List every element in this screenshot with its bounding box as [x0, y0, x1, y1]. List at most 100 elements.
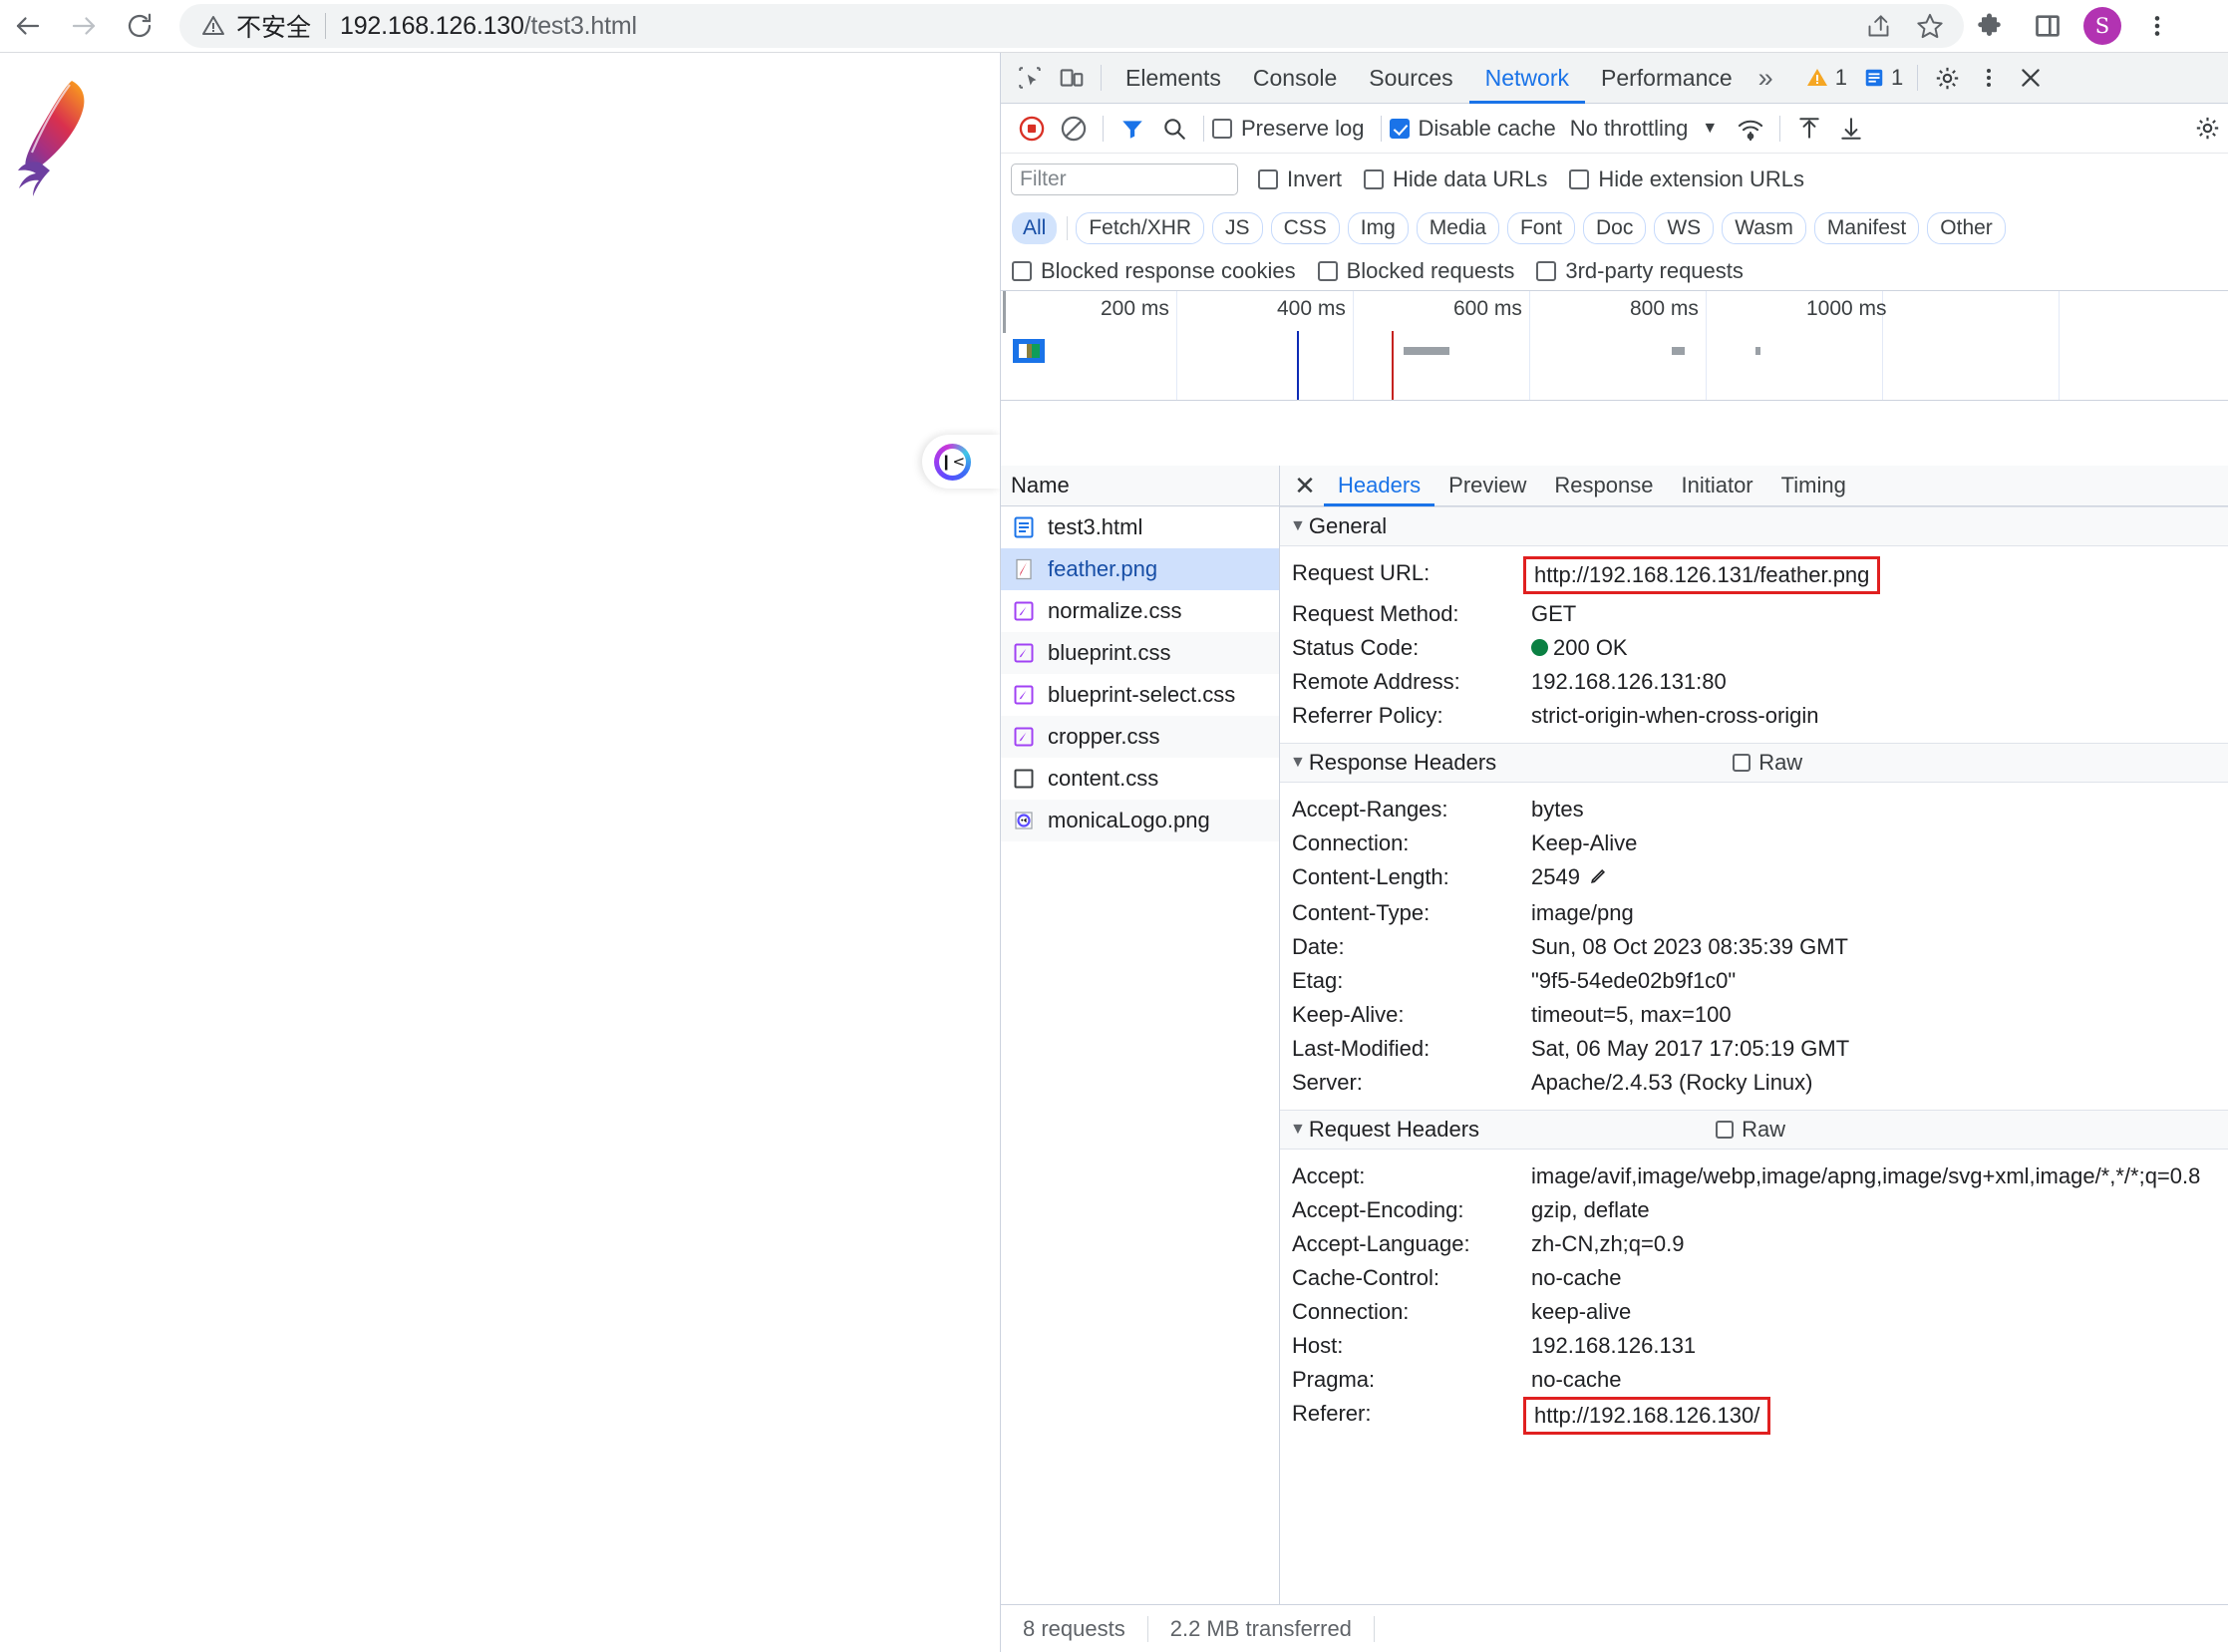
third-party-requests-box[interactable] [1536, 260, 1557, 281]
network-overview-timeline[interactable]: 200 ms 400 ms 600 ms 800 ms 1000 ms [1001, 291, 2228, 401]
bookmark-star-icon[interactable] [1904, 4, 1956, 48]
disable-cache-label: Disable cache [1418, 115, 1556, 141]
close-detail-icon[interactable]: ✕ [1286, 471, 1324, 501]
response-raw-box[interactable] [1733, 754, 1751, 772]
share-icon[interactable] [1852, 4, 1904, 48]
throttling-select[interactable]: No throttling [1570, 116, 1689, 142]
type-pill-wasm[interactable]: Wasm [1722, 212, 1806, 244]
request-url-value[interactable]: http://192.168.126.131/feather.png [1523, 556, 1881, 594]
type-pill-img[interactable]: Img [1347, 212, 1409, 244]
request-row-monicalogo-png[interactable]: monicaLogo.png [1001, 800, 1279, 841]
header-value: image/png [1531, 900, 1634, 925]
request-list-header[interactable]: Name [1001, 466, 1279, 506]
type-pill-manifest[interactable]: Manifest [1813, 212, 1920, 244]
extensions-puzzle-icon[interactable] [1964, 0, 2020, 53]
type-pill-font[interactable]: Font [1506, 212, 1575, 244]
type-pill-media[interactable]: Media [1416, 212, 1499, 244]
response-raw-checkbox[interactable]: Raw [1733, 750, 1802, 776]
detail-tab-preview[interactable]: Preview [1434, 466, 1540, 506]
request-row-cropper-css[interactable]: cropper.css [1001, 716, 1279, 758]
invert-checkbox[interactable]: Invert [1258, 166, 1342, 192]
request-row-normalize-css[interactable]: normalize.css [1001, 590, 1279, 632]
request-row-blueprint-select-css[interactable]: blueprint-select.css [1001, 674, 1279, 716]
profile-avatar[interactable]: S [2083, 7, 2121, 45]
detail-tab-timing[interactable]: Timing [1767, 466, 1860, 506]
type-pill-doc[interactable]: Doc [1583, 212, 1647, 244]
side-panel-icon[interactable] [2020, 0, 2075, 53]
request-row-test3-html[interactable]: test3.html [1001, 506, 1279, 548]
response-headers-section-header[interactable]: ▼ Response Headers Raw [1280, 743, 2228, 783]
general-row-request-method: Request Method: GET [1280, 597, 2228, 631]
monica-assistant-button[interactable]: ❙< [922, 435, 1000, 489]
gear-icon[interactable] [1926, 57, 1968, 99]
detail-tab-response[interactable]: Response [1540, 466, 1667, 506]
message-count-badge[interactable]: 1 [1863, 65, 1903, 91]
preserve-log-checkbox[interactable]: Preserve log [1212, 116, 1365, 142]
blocked-requests-label: Blocked requests [1346, 257, 1515, 283]
inspect-element-icon[interactable] [1009, 57, 1051, 99]
request-raw-checkbox[interactable]: Raw [1716, 1117, 1785, 1143]
referer-value[interactable]: http://192.168.126.130/ [1523, 1397, 1771, 1435]
export-har-icon[interactable] [1830, 108, 1872, 150]
import-har-icon[interactable] [1788, 108, 1830, 150]
request-row-content-css[interactable]: content.css [1001, 758, 1279, 800]
header-key: Last-Modified: [1292, 1036, 1431, 1061]
network-conditions-icon[interactable] [1730, 108, 1771, 150]
reload-icon[interactable] [112, 0, 167, 53]
detail-tab-headers[interactable]: Headers [1324, 466, 1434, 506]
type-pill-ws[interactable]: WS [1654, 212, 1715, 244]
not-secure-icon [201, 14, 225, 38]
hide-extension-urls-checkbox[interactable]: Hide extension URLs [1569, 166, 1804, 192]
tab-performance[interactable]: Performance [1585, 53, 1749, 104]
blocked-requests-box[interactable] [1317, 260, 1338, 281]
request-raw-box[interactable] [1716, 1121, 1735, 1139]
tab-network[interactable]: Network [1469, 53, 1585, 104]
request-raw-label: Raw [1742, 1117, 1786, 1142]
address-bar[interactable]: 不安全 192.168.126.130/test3.html [179, 4, 1964, 48]
filter-input[interactable] [1011, 164, 1238, 195]
hide-data-urls-box[interactable] [1364, 169, 1385, 189]
detail-tab-initiator[interactable]: Initiator [1667, 466, 1766, 506]
request-row-blueprint-css[interactable]: blueprint.css [1001, 632, 1279, 674]
type-pill-js[interactable]: JS [1212, 212, 1263, 244]
request-headers-section-header[interactable]: ▼ Request Headers Raw [1280, 1110, 2228, 1150]
more-tabs-icon[interactable]: » [1749, 63, 1783, 94]
tab-console[interactable]: Console [1237, 53, 1353, 104]
blocked-requests-checkbox[interactable]: Blocked requests [1317, 257, 1515, 284]
clear-log-icon[interactable] [1053, 108, 1095, 150]
search-icon[interactable] [1153, 108, 1195, 150]
type-pill-all[interactable]: All [1012, 212, 1058, 244]
transferred-size: 2.2 MB transferred [1169, 1615, 1352, 1641]
edit-pencil-icon[interactable] [1588, 865, 1608, 893]
chrome-menu-icon[interactable] [2129, 0, 2185, 53]
hide-extension-urls-box[interactable] [1569, 169, 1590, 189]
preserve-log-box[interactable] [1212, 118, 1232, 139]
type-pill-css[interactable]: CSS [1270, 212, 1340, 244]
request-row-feather-png[interactable]: feather.png [1001, 548, 1279, 590]
type-pill-fetch-xhr[interactable]: Fetch/XHR [1076, 212, 1205, 244]
content-length-wrap: 2549 [1531, 863, 1608, 893]
third-party-requests-checkbox[interactable]: 3rd-party requests [1536, 258, 1744, 284]
request-row-cache-control: Cache-Control: no-cache [1280, 1261, 2228, 1295]
record-stop-icon[interactable] [1011, 108, 1053, 150]
tab-elements[interactable]: Elements [1110, 53, 1237, 104]
blocked-response-cookies-checkbox[interactable]: Blocked response cookies [1012, 258, 1296, 284]
warning-count-badge[interactable]: 1 [1805, 65, 1847, 91]
network-settings-gear-icon[interactable] [2186, 108, 2228, 150]
back-icon[interactable] [0, 0, 56, 53]
invert-box[interactable] [1258, 169, 1278, 189]
blocked-response-cookies-box[interactable] [1012, 260, 1032, 281]
type-pill-other[interactable]: Other [1927, 212, 2006, 244]
disable-cache-checkbox[interactable]: Disable cache [1389, 115, 1556, 142]
chevron-down-icon[interactable]: ▼ [1702, 120, 1718, 138]
tab-sources[interactable]: Sources [1353, 53, 1468, 104]
close-devtools-icon[interactable] [2010, 57, 2052, 99]
message-count: 1 [1890, 65, 1904, 90]
filter-funnel-icon[interactable] [1112, 108, 1153, 150]
forward-icon[interactable] [56, 0, 112, 53]
disable-cache-box[interactable] [1389, 118, 1410, 139]
device-toolbar-icon[interactable] [1051, 57, 1093, 99]
general-section-header[interactable]: ▼ General [1280, 506, 2228, 546]
devtools-menu-icon[interactable] [1968, 57, 2010, 99]
hide-data-urls-checkbox[interactable]: Hide data URLs [1364, 166, 1547, 192]
